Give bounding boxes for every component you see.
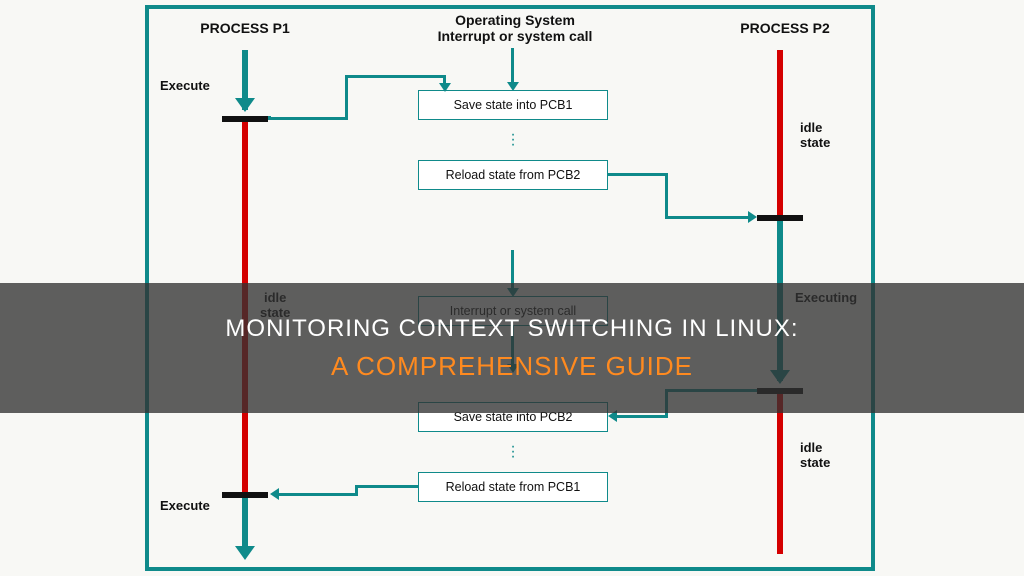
label-idle-p2-top: idle state [800,120,830,150]
p1-exec-segment-bottom [242,498,248,546]
title-os: Operating System Interrupt or system cal… [400,12,630,44]
connector [511,48,514,84]
box-reload-pcb2: Reload state from PCB2 [418,160,608,190]
connector [665,173,668,218]
arrow-left-icon [270,488,279,500]
banner-line1: MONITORING CONTEXT SWITCHING IN LINUX: [225,315,798,343]
label-idle-p2-bottom: idle state [800,440,830,470]
title-process-p2: PROCESS P2 [725,20,845,36]
connector [616,415,668,418]
dots-icon: ··· [508,132,518,147]
connector [278,493,358,496]
dots-icon: ··· [508,444,518,459]
p2-idle-top [777,50,783,215]
arrow-right-icon [748,211,757,223]
arrow-down-icon [439,83,451,92]
connector [355,485,418,488]
label-execute-bottom: Execute [160,498,210,513]
overlay-banner: MONITORING CONTEXT SWITCHING IN LINUX: A… [0,283,1024,413]
connector [608,173,668,176]
connector [268,117,348,120]
arrow-down-icon [235,546,255,560]
label-execute-top: Execute [160,78,210,93]
title-os-line1: Operating System [455,12,575,28]
box-reload-pcb1: Reload state from PCB1 [418,472,608,502]
title-process-p1: PROCESS P1 [185,20,305,36]
connector [345,75,348,120]
title-os-line2: Interrupt or system call [438,28,593,44]
connector [345,75,445,78]
p2-idle-bottom [777,394,783,554]
banner-line2: A COMPREHENSIVE GUIDE [331,351,693,382]
connector [665,216,750,219]
box-save-pcb1: Save state into PCB1 [418,90,608,120]
arrow-down-icon [235,98,255,112]
